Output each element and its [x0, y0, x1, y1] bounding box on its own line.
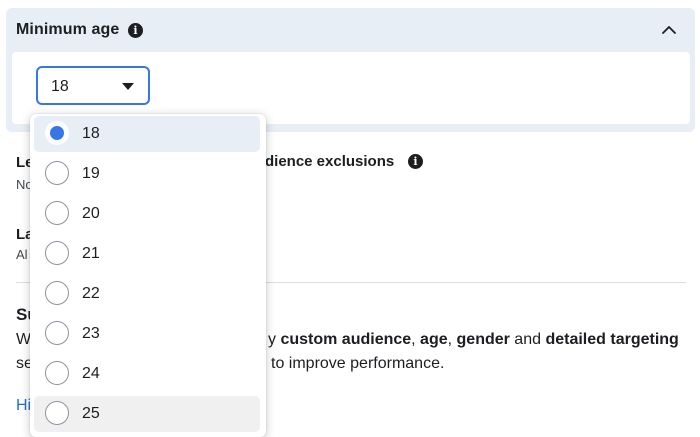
option-label: 20 [82, 205, 100, 222]
description-line-1: y custom audience, age, gender and detai… [268, 331, 679, 348]
info-icon[interactable]: i [128, 23, 143, 38]
age-option-18[interactable]: 18 [34, 116, 260, 152]
age-option-19[interactable]: 19 [34, 156, 260, 192]
radio-checked[interactable] [45, 121, 69, 145]
option-label: 25 [82, 405, 100, 422]
info-icon[interactable]: i [408, 154, 423, 169]
option-label: 19 [82, 165, 100, 182]
age-option-22[interactable]: 22 [34, 276, 260, 312]
age-option-23[interactable]: 23 [34, 316, 260, 352]
age-dropdown-menu: 18 19 20 21 22 23 24 25 [30, 114, 266, 437]
option-label: 23 [82, 325, 100, 342]
section-title: Minimum age [16, 21, 120, 38]
radio-unchecked[interactable] [45, 401, 69, 425]
hide-link[interactable]: Hi [16, 397, 31, 415]
row2-subtitle: Al [16, 247, 28, 262]
caret-down-icon [122, 83, 134, 90]
age-option-21[interactable]: 21 [34, 236, 260, 272]
option-label: 18 [82, 125, 100, 142]
description-line-2: to improve performance. [271, 355, 445, 372]
option-label: 22 [82, 285, 100, 302]
age-option-24[interactable]: 24 [34, 356, 260, 392]
radio-unchecked[interactable] [45, 161, 69, 185]
audience-exclusions-label: dience exclusions [265, 153, 395, 170]
option-label: 21 [82, 245, 100, 262]
row3-line1-prefix: W [16, 331, 32, 348]
option-label: 24 [82, 365, 100, 382]
age-option-25[interactable]: 25 [34, 396, 260, 432]
radio-unchecked[interactable] [45, 201, 69, 225]
age-option-20[interactable]: 20 [34, 196, 260, 232]
select-value: 18 [51, 78, 69, 95]
chevron-up-icon[interactable] [661, 22, 677, 38]
minimum-age-select[interactable]: 18 [36, 66, 150, 105]
radio-unchecked[interactable] [45, 361, 69, 385]
radio-unchecked[interactable] [45, 321, 69, 345]
radio-unchecked[interactable] [45, 241, 69, 265]
radio-unchecked[interactable] [45, 281, 69, 305]
